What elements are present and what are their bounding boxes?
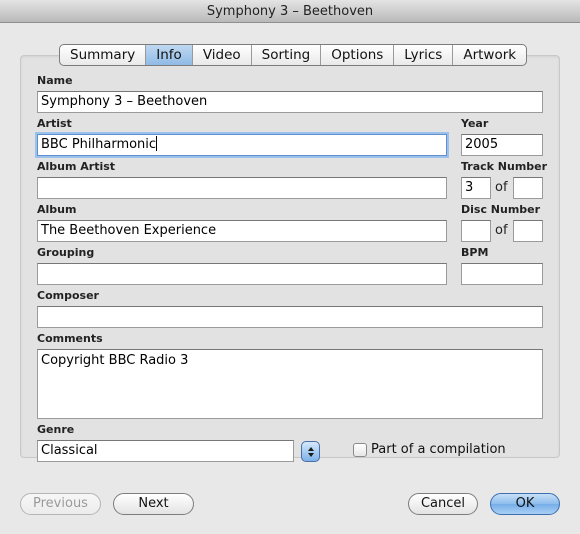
tab-info[interactable]: Info [146, 45, 193, 65]
genre-dropdown-button[interactable] [301, 441, 320, 462]
bpm-field[interactable] [461, 263, 543, 285]
disc-of-label: of [495, 223, 508, 238]
tab-summary[interactable]: Summary [60, 45, 147, 65]
down-arrow-icon [307, 452, 314, 457]
album-field[interactable]: The Beethoven Experience [37, 220, 447, 242]
compilation-checkbox[interactable] [353, 443, 367, 457]
tab-bar: Summary Info Video Sorting Options Lyric… [59, 44, 528, 66]
track-total-field[interactable] [513, 177, 543, 199]
next-button[interactable]: Next [113, 493, 194, 515]
composer-label: Composer [37, 289, 99, 302]
album-label: Album [37, 203, 77, 216]
tab-video[interactable]: Video [193, 45, 252, 65]
comments-textarea[interactable]: Copyright BBC Radio 3 [37, 349, 543, 419]
previous-button[interactable]: Previous [20, 493, 101, 515]
grouping-field[interactable] [37, 263, 447, 285]
tab-artwork[interactable]: Artwork [453, 45, 526, 65]
artist-label: Artist [37, 117, 72, 130]
comments-label: Comments [37, 332, 103, 345]
album-artist-field[interactable] [37, 177, 447, 199]
compilation-label[interactable]: Part of a compilation [371, 442, 506, 457]
grouping-label: Grouping [37, 246, 95, 259]
composer-field[interactable] [37, 306, 543, 328]
name-field[interactable]: Symphony 3 – Beethoven [37, 91, 543, 113]
bpm-label: BPM [461, 246, 489, 259]
tab-lyrics[interactable]: Lyrics [394, 45, 454, 65]
year-label: Year [461, 117, 489, 130]
year-field[interactable]: 2005 [461, 134, 543, 156]
disc-total-field[interactable] [513, 220, 543, 242]
cancel-button[interactable]: Cancel [408, 493, 478, 515]
genre-label: Genre [37, 423, 75, 436]
up-arrow-icon [307, 446, 314, 451]
track-number-label: Track Number [461, 160, 548, 173]
artist-field-value: BBC Philharmonic [41, 137, 157, 152]
window-title: Symphony 3 – Beethoven [0, 0, 580, 23]
tab-options[interactable]: Options [321, 45, 395, 65]
genre-combobox[interactable]: Classical [37, 440, 294, 462]
tab-sorting[interactable]: Sorting [252, 45, 322, 65]
disc-number-field[interactable] [461, 220, 491, 242]
disc-number-label: Disc Number [461, 203, 541, 216]
name-label: Name [37, 74, 73, 87]
ok-button[interactable]: OK [490, 493, 560, 515]
track-of-label: of [495, 180, 508, 195]
track-number-field[interactable]: 3 [461, 177, 491, 199]
artist-field[interactable]: BBC Philharmonic [37, 134, 447, 156]
album-artist-label: Album Artist [37, 160, 116, 173]
text-caret [156, 136, 158, 151]
